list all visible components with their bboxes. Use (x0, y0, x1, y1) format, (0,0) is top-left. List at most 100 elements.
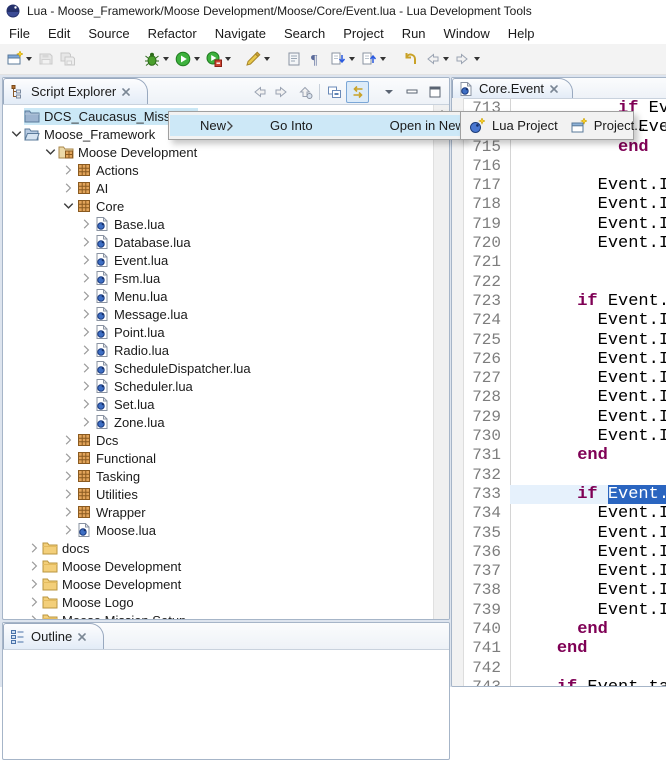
tree-item-moose-development[interactable]: Moose Development (3, 557, 449, 575)
tree-item-database-lua[interactable]: Database.lua (3, 233, 449, 251)
tree-expander-collapsed-icon[interactable] (79, 324, 94, 340)
maximize-button[interactable] (423, 81, 446, 103)
tree-item-radio-lua[interactable]: Radio.lua (3, 341, 449, 359)
line-number[interactable]: 742 (464, 659, 510, 678)
submenu-item-project[interactable]: Project...FolderFileLua File@DocLua File… (564, 115, 666, 136)
tree-item-moose-development[interactable]: Moose Development (3, 143, 449, 161)
line-number[interactable]: 719 (464, 215, 510, 234)
line-number[interactable]: 720 (464, 234, 510, 253)
tree-expander-expanded-icon[interactable] (61, 198, 76, 214)
menubar-run[interactable]: Run (393, 24, 435, 43)
tree-item-moose-development[interactable]: Moose Development (3, 575, 449, 593)
line-number[interactable]: 737 (464, 562, 510, 581)
tree-expander-collapsed-icon[interactable] (27, 576, 42, 592)
tree-item-set-lua[interactable]: Set.lua (3, 395, 449, 413)
submenu-item-lua-project[interactable]: Lua ProjectProject...FolderFileLua File@… (462, 115, 632, 136)
line-number[interactable]: 730 (464, 427, 510, 446)
line-number[interactable]: 743 (464, 678, 510, 687)
tree-item-docs[interactable]: docs (3, 539, 449, 557)
line-number[interactable]: 740 (464, 620, 510, 639)
code-editor[interactable]: 713 if Event.IniDCSUnit then714 Event.In… (452, 98, 666, 686)
tree-expander-collapsed-icon[interactable] (61, 450, 76, 466)
last-edit-location-button[interactable] (399, 47, 421, 71)
line-number[interactable]: 741 (464, 639, 510, 658)
tab-outline[interactable]: Outline (3, 623, 104, 649)
new-wizard-button[interactable] (4, 47, 35, 71)
tree-expander-collapsed-icon[interactable] (79, 378, 94, 394)
tab-core-event[interactable]: Core.Event (452, 78, 573, 98)
tree-item-core[interactable]: Core (3, 197, 449, 215)
forward-button[interactable] (452, 47, 483, 71)
tree-item-moose-logo[interactable]: Moose Logo (3, 593, 449, 611)
highlighter-button[interactable] (242, 47, 273, 71)
line-number[interactable]: 723 (464, 292, 510, 311)
menubar-search[interactable]: Search (275, 24, 334, 43)
tree-item-point-lua[interactable]: Point.lua (3, 323, 449, 341)
line-number[interactable]: 736 (464, 543, 510, 562)
line-number[interactable]: 728 (464, 388, 510, 407)
line-number[interactable]: 732 (464, 466, 510, 485)
dropdown-arrow-icon[interactable] (443, 57, 449, 61)
tree-item-wrapper[interactable]: Wrapper (3, 503, 449, 521)
dropdown-arrow-icon[interactable] (194, 57, 200, 61)
line-number[interactable]: 715 (464, 138, 510, 157)
tree-item-tasking[interactable]: Tasking (3, 467, 449, 485)
line-number[interactable]: 733 (464, 485, 510, 504)
tree-item-ai[interactable]: AI (3, 179, 449, 197)
previous-annotation-button[interactable] (358, 47, 389, 71)
tree-item-moose-mission-setup[interactable]: Moose Mission Setup (3, 611, 449, 620)
line-number[interactable]: 735 (464, 524, 510, 543)
tree-expander-collapsed-icon[interactable] (27, 594, 42, 610)
tree-expander-collapsed-icon[interactable] (79, 270, 94, 286)
tree-expander-collapsed-icon[interactable] (61, 468, 76, 484)
tree-expander-collapsed-icon[interactable] (61, 522, 76, 538)
tree-expander-collapsed-icon[interactable] (79, 396, 94, 412)
tree-item-actions[interactable]: Actions (3, 161, 449, 179)
tree-item-fsm-lua[interactable]: Fsm.lua (3, 269, 449, 287)
link-with-editor-button[interactable] (346, 81, 369, 103)
line-number[interactable]: 727 (464, 369, 510, 388)
line-number[interactable]: 718 (464, 195, 510, 214)
tree-expander-collapsed-icon[interactable] (79, 234, 94, 250)
menubar-window[interactable]: Window (435, 24, 499, 43)
nav-up-button[interactable] (293, 81, 316, 103)
tree-expander-collapsed-icon[interactable] (61, 486, 76, 502)
tree-expander-collapsed-icon[interactable] (79, 360, 94, 376)
line-number[interactable]: 738 (464, 581, 510, 600)
tree-item-functional[interactable]: Functional (3, 449, 449, 467)
tree-expander-collapsed-icon[interactable] (27, 558, 42, 574)
tree-item-scheduledispatcher-lua[interactable]: ScheduleDispatcher.lua (3, 359, 449, 377)
menubar-project[interactable]: Project (334, 24, 392, 43)
tree-scrollbar[interactable] (433, 105, 449, 619)
menubar-edit[interactable]: Edit (39, 24, 79, 43)
dropdown-arrow-icon[interactable] (163, 57, 169, 61)
line-number[interactable]: 726 (464, 350, 510, 369)
source-page-button[interactable] (283, 47, 305, 71)
next-annotation-button[interactable] (327, 47, 358, 71)
tree-expander-expanded-icon[interactable] (9, 126, 24, 142)
dropdown-arrow-icon[interactable] (264, 57, 270, 61)
dropdown-arrow-icon[interactable] (26, 57, 32, 61)
close-icon[interactable] (121, 87, 131, 97)
tree-item-message-lua[interactable]: Message.lua (3, 305, 449, 323)
view-menu-button[interactable] (377, 81, 400, 103)
dropdown-arrow-icon[interactable] (349, 57, 355, 61)
dropdown-arrow-icon[interactable] (225, 57, 231, 61)
menubar-help[interactable]: Help (499, 24, 544, 43)
tree-item-event-lua[interactable]: Event.lua (3, 251, 449, 269)
debug-button[interactable] (141, 47, 172, 71)
line-number[interactable]: 725 (464, 331, 510, 350)
tree-expander-collapsed-icon[interactable] (61, 180, 76, 196)
tree-expander-collapsed-icon[interactable] (61, 504, 76, 520)
pilcrow-button[interactable]: ¶ (305, 47, 327, 71)
menubar-navigate[interactable]: Navigate (206, 24, 275, 43)
menubar-refactor[interactable]: Refactor (139, 24, 206, 43)
tree-expander-collapsed-icon[interactable] (79, 342, 94, 358)
tree-item-zone-lua[interactable]: Zone.lua (3, 413, 449, 431)
tree-expander-collapsed-icon[interactable] (79, 252, 94, 268)
line-number[interactable]: 716 (464, 157, 510, 176)
nav-forward-button[interactable] (270, 81, 293, 103)
tree-item-dcs[interactable]: Dcs (3, 431, 449, 449)
nav-back-button[interactable] (247, 81, 270, 103)
back-button[interactable] (421, 47, 452, 71)
